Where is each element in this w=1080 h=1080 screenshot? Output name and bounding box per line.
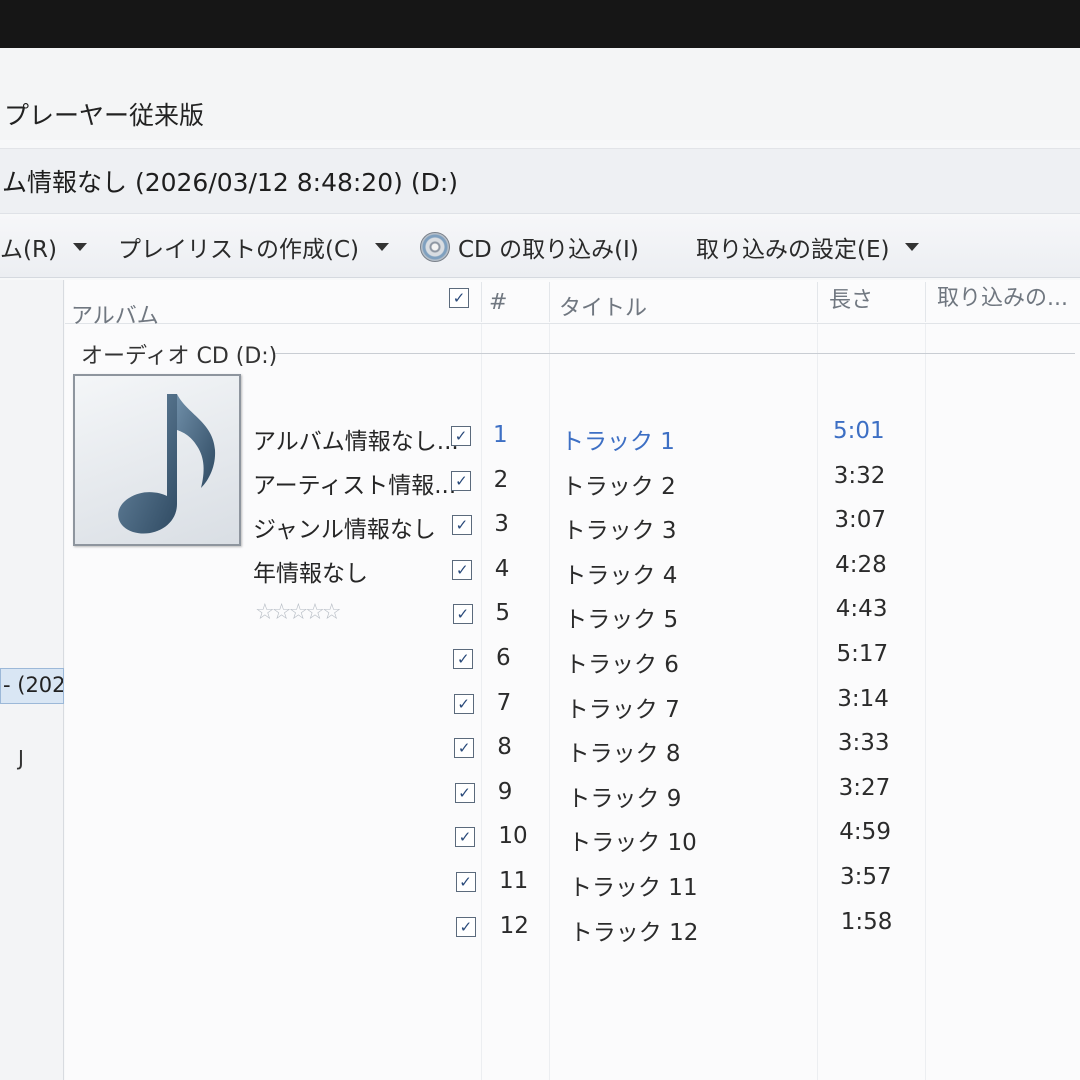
column-album[interactable]: アルバム [71, 298, 159, 330]
column-header: アルバム ✓ # タイトル 長さ 取り込みの... [65, 280, 1080, 329]
table-row[interactable]: ✓ 9 トラック 9 3:27 [65, 775, 1080, 827]
rip-menu-label: ム(R) [0, 237, 57, 263]
track-checkbox[interactable]: ✓ [452, 604, 473, 625]
create-playlist-label: プレイリストの作成(C) [118, 237, 360, 263]
track-length: 5:01 [833, 418, 885, 444]
chevron-down-icon [72, 243, 87, 251]
title-bar: プレーヤー従来版 [0, 48, 1080, 140]
rip-settings-button[interactable]: 取り込みの設定(E) [696, 230, 920, 264]
track-length: 4:28 [835, 551, 887, 578]
chevron-down-icon [905, 243, 920, 251]
track-title[interactable]: トラック 10 [568, 823, 697, 857]
column-separator [817, 282, 818, 322]
track-checkbox[interactable]: ✓ [454, 782, 475, 803]
track-title[interactable]: トラック 4 [563, 556, 677, 590]
rip-settings-label: 取り込みの設定(E) [696, 237, 890, 263]
track-number: 11 [499, 868, 529, 894]
address-bar[interactable]: ム情報なし (2026/03/12 8:48:20) (D:) [0, 148, 1080, 214]
track-title[interactable]: トラック 2 [562, 467, 676, 501]
track-length: 3:27 [838, 774, 891, 801]
column-title[interactable]: タイトル [559, 290, 647, 322]
track-title[interactable]: トラック 1 [561, 422, 675, 456]
column-separator [549, 282, 550, 322]
track-checkbox[interactable]: ✓ [454, 738, 475, 759]
track-checkbox[interactable]: ✓ [451, 470, 472, 491]
chevron-down-icon [375, 243, 390, 251]
column-separator [481, 282, 482, 322]
table-row[interactable]: ✓ 8 トラック 8 3:33 [65, 730, 1080, 782]
track-checkbox[interactable]: ✓ [455, 916, 476, 937]
track-list-pane: アルバム ✓ # タイトル 長さ 取り込みの... オーディオ CD (D:) [65, 280, 1080, 1080]
table-row[interactable]: ✓ 11 トラック 11 3:57 [65, 864, 1080, 916]
track-checkbox[interactable]: ✓ [452, 559, 473, 580]
track-number: 12 [499, 912, 529, 939]
track-number: 3 [494, 511, 509, 538]
rip-menu-button[interactable]: ム(R) [0, 230, 87, 264]
table-row[interactable]: ✓ 3 トラック 3 3:07 [65, 507, 1080, 559]
track-number: 1 [493, 422, 508, 448]
track-checkbox[interactable]: ✓ [451, 426, 471, 446]
track-title[interactable]: トラック 6 [565, 645, 679, 679]
column-number[interactable]: # [489, 290, 507, 315]
track-title[interactable]: トラック 3 [563, 511, 677, 545]
nav-item-audio-cd[interactable]: - (2026 [0, 668, 64, 704]
table-row[interactable]: ✓ 4 トラック 4 4:28 [65, 552, 1080, 604]
track-length: 3:14 [837, 685, 889, 712]
track-length: 3:07 [834, 507, 887, 534]
track-number: 7 [496, 689, 512, 716]
track-length: 3:32 [833, 462, 886, 489]
track-length: 3:33 [837, 730, 890, 757]
create-playlist-button[interactable]: プレイリストの作成(C) [118, 230, 390, 264]
rip-cd-label: CD の取り込み(I) [458, 237, 639, 263]
toolbar: ム(R) プレイリストの作成(C) CD の取り込み(I) 取り込みの設定(E) [0, 216, 1080, 278]
column-separator [925, 282, 926, 322]
track-checkbox[interactable]: ✓ [455, 827, 476, 848]
track-length: 5:17 [836, 641, 889, 667]
nav-item-fragment[interactable]: J [18, 746, 24, 770]
track-checkbox[interactable]: ✓ [453, 693, 474, 714]
track-number: 2 [493, 466, 509, 493]
track-title[interactable]: トラック 8 [567, 734, 681, 768]
track-title[interactable]: トラック 7 [566, 690, 680, 724]
track-checkbox[interactable]: ✓ [451, 515, 472, 536]
breadcrumb: ム情報なし (2026/03/12 8:48:20) (D:) [2, 168, 458, 197]
track-title[interactable]: トラック 12 [570, 913, 699, 947]
column-rip-status[interactable]: 取り込みの... [937, 280, 1068, 312]
table-row[interactable]: ✓ 12 トラック 12 1:58 [65, 909, 1080, 961]
track-length: 3:57 [840, 864, 892, 890]
track-number: 6 [496, 645, 511, 671]
track-title[interactable]: トラック 11 [569, 868, 698, 902]
media-player-window: プレーヤー従来版 ム情報なし (2026/03/12 8:48:20) (D:)… [0, 48, 1080, 1080]
group-header-audio-cd: オーディオ CD (D:) [81, 344, 278, 369]
track-number: 8 [497, 734, 512, 761]
group-divider [275, 353, 1075, 354]
track-number: 10 [498, 823, 528, 850]
track-title[interactable]: トラック 5 [564, 600, 678, 634]
table-row[interactable]: ✓ 1 トラック 1 5:01 [65, 418, 1080, 470]
table-row[interactable]: ✓ 7 トラック 7 3:14 [65, 686, 1080, 738]
track-checkbox[interactable]: ✓ [453, 649, 474, 669]
cd-icon [420, 232, 450, 262]
track-length: 4:59 [839, 819, 891, 846]
table-row[interactable]: ✓ 6 トラック 6 5:17 [65, 641, 1080, 693]
table-row[interactable]: ✓ 10 トラック 10 4:59 [65, 819, 1080, 871]
window-title: プレーヤー従来版 [4, 101, 205, 130]
track-number: 4 [494, 555, 510, 582]
select-all-checkbox[interactable]: ✓ [449, 288, 469, 308]
track-title[interactable]: トラック 9 [567, 779, 681, 813]
track-length: 1:58 [840, 908, 893, 935]
track-number: 9 [497, 778, 513, 805]
table-row[interactable]: ✓ 2 トラック 2 3:32 [65, 463, 1080, 515]
track-number: 5 [495, 600, 511, 627]
table-row[interactable]: ✓ 5 トラック 5 4:43 [65, 596, 1080, 648]
column-length[interactable]: 長さ [829, 282, 873, 314]
track-checkbox[interactable]: ✓ [455, 872, 476, 892]
track-length: 4:43 [835, 596, 888, 623]
navigation-pane: - (2026 J [0, 280, 64, 1080]
rip-cd-button[interactable]: CD の取り込み(I) [420, 230, 639, 264]
